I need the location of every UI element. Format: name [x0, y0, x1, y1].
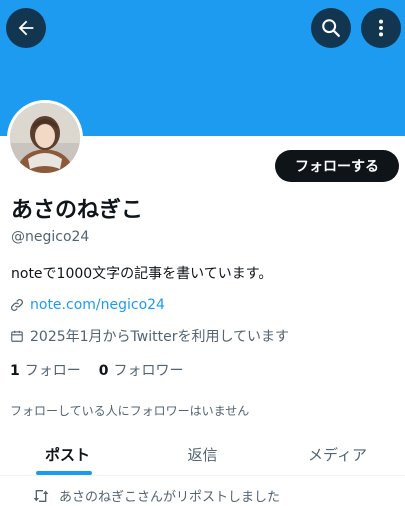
tab-media[interactable]: メディア — [270, 432, 405, 476]
followers-label: フォロワー — [113, 363, 184, 379]
followers-link[interactable]: 0 フォロワー — [99, 360, 184, 380]
search-button[interactable] — [311, 8, 351, 48]
vertical-ellipsis-icon — [378, 19, 384, 37]
profile-bio: noteで1000文字の記事を書いています。 — [11, 266, 273, 282]
active-tab-indicator — [36, 471, 92, 475]
repost-notice-text: あさのねぎこさんがリポストしました — [59, 490, 281, 505]
avatar-frame[interactable] — [7, 100, 83, 176]
follow-stats: 1 フォロー 0 フォロワー — [10, 360, 184, 380]
user-handle: @negico24 — [11, 229, 90, 245]
mutual-followers-note: フォローしている人にフォロワーはいません — [10, 404, 250, 418]
calendar-icon — [11, 330, 23, 342]
repost-notice: あさのねぎこさんがリポストしました — [33, 486, 280, 505]
joined-date-row: 2025年1月からTwitterを利用しています — [10, 326, 289, 346]
followers-count: 0 — [98, 363, 109, 379]
following-count: 1 — [10, 363, 20, 379]
profile-link-row: note.com/negico24 — [10, 297, 165, 313]
avatar — [10, 103, 80, 173]
profile-link[interactable]: note.com/negico24 — [30, 297, 165, 313]
link-icon — [10, 298, 24, 312]
back-button[interactable] — [6, 8, 46, 48]
display-name: あさのねぎこ — [11, 198, 144, 223]
follow-button[interactable]: フォローする — [275, 150, 399, 182]
tab-posts[interactable]: ポスト — [0, 432, 135, 476]
following-link[interactable]: 1 フォロー — [10, 360, 81, 380]
arrow-left-icon — [18, 20, 34, 36]
profile-tabs: ポスト 返信 メディア — [0, 432, 405, 476]
following-label: フォロー — [24, 363, 81, 379]
search-icon — [322, 19, 340, 37]
repost-icon — [33, 489, 49, 502]
profile-page: フォローする あさのねぎこ @negico24 noteで1000文字の記事を書… — [0, 0, 405, 506]
joined-date: 2025年1月からTwitterを利用しています — [30, 329, 290, 345]
tab-replies[interactable]: 返信 — [135, 432, 270, 476]
more-button[interactable] — [361, 8, 401, 48]
